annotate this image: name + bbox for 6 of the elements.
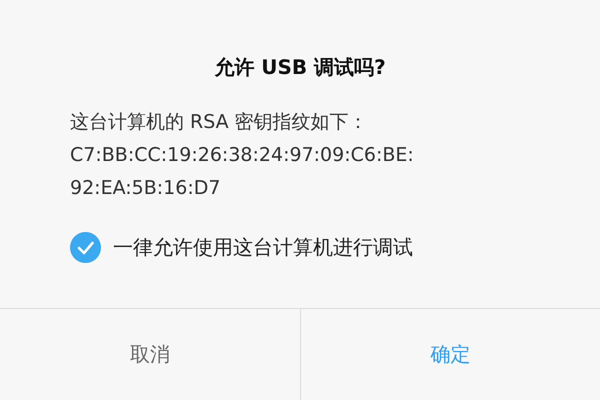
message-text: 92:EA:5B:16:D7 [70,176,220,201]
checkbox[interactable] [70,232,101,263]
message-text: C7:BB:CC:19:26:38:24:97:09:C6:BE: [70,143,414,168]
checkbox-label: 一律允许使用这台计算机进行调试 [113,234,413,261]
dialog-title: 允许 USB 调试吗? [213,54,387,81]
message-text: 这台计算机的 RSA 密钥指纹如下： [70,110,368,135]
